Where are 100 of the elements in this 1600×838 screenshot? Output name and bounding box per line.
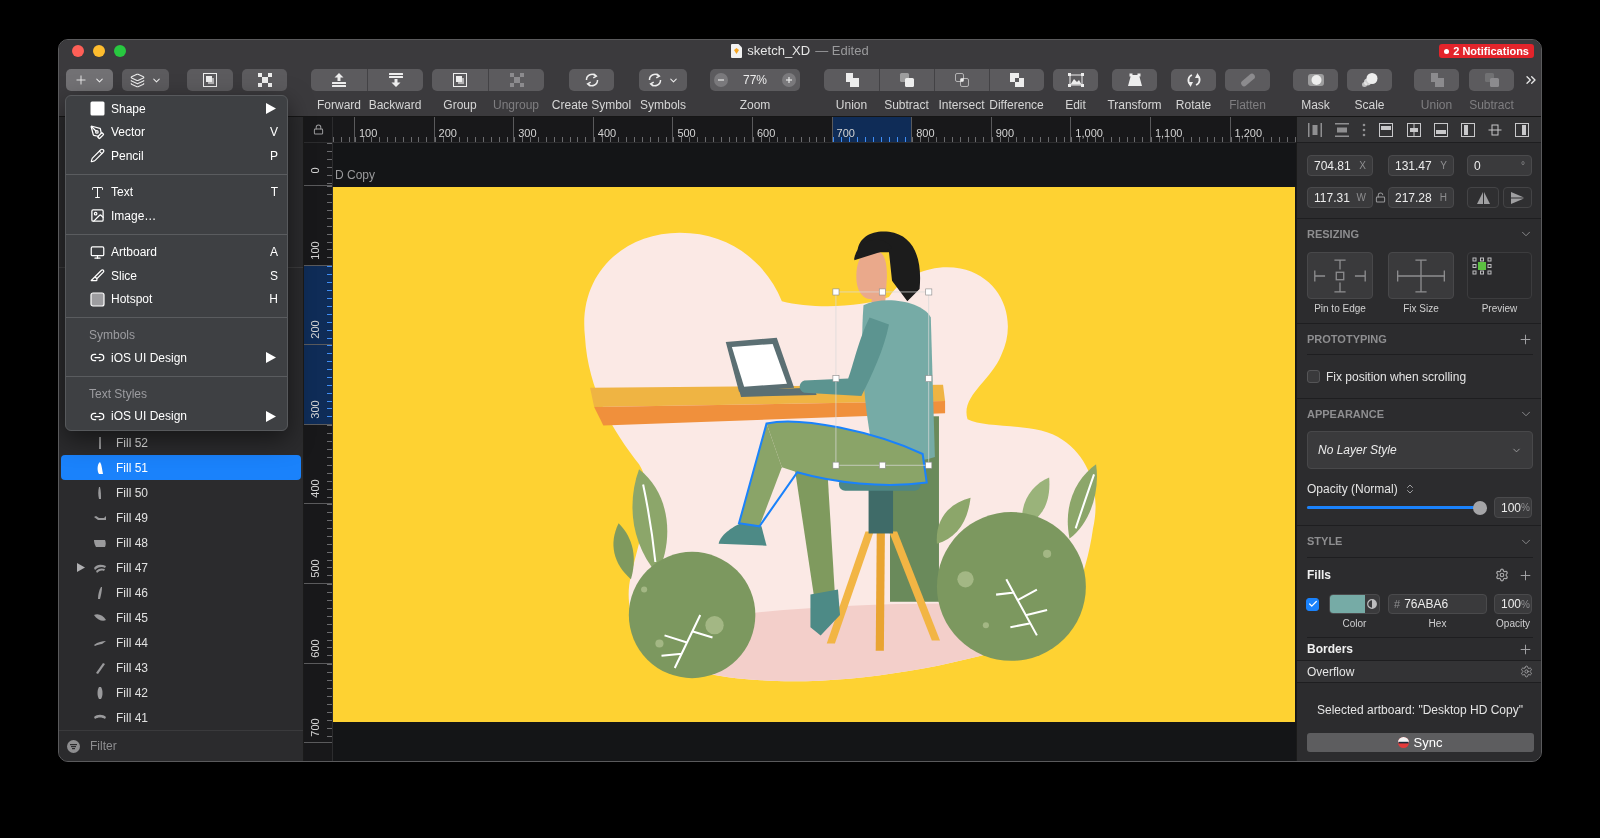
lock-icon[interactable] xyxy=(312,124,324,135)
menu-item[interactable]: Artboard A xyxy=(66,240,287,264)
vertical-dots-icon[interactable] xyxy=(1362,122,1367,137)
minimize-icon[interactable] xyxy=(93,45,105,57)
toolbar-button[interactable] xyxy=(879,69,934,91)
align-top-icon[interactable] xyxy=(1379,122,1394,137)
resize-handle[interactable] xyxy=(879,288,886,296)
plus-icon[interactable] xyxy=(782,73,796,87)
opacity-label: Opacity (Normal) xyxy=(1307,483,1398,495)
resize-handle[interactable] xyxy=(832,288,840,296)
width-field[interactable]: 117.31 W xyxy=(1307,187,1373,208)
toolbar-button[interactable] xyxy=(242,69,287,91)
toolbar-button[interactable] xyxy=(1293,69,1338,91)
layer-row[interactable]: Fill 48 xyxy=(61,530,301,555)
toolbar-button[interactable] xyxy=(989,69,1044,91)
resize-handle[interactable] xyxy=(832,461,840,469)
slider-thumb[interactable] xyxy=(1473,500,1487,515)
toolbar-button[interactable] xyxy=(639,69,687,91)
x-position-field[interactable]: 704.81 X xyxy=(1307,155,1373,176)
ruler-label: 400 xyxy=(597,127,617,139)
toolbar-button[interactable] xyxy=(432,69,488,91)
menu-item[interactable]: Slice S xyxy=(66,264,287,288)
filter-icon xyxy=(67,739,80,753)
menu-item[interactable]: Shape xyxy=(66,97,287,121)
layer-style-dropdown[interactable]: No Layer Style xyxy=(1307,431,1533,469)
filter-field[interactable]: Filter xyxy=(90,736,295,756)
menu-item[interactable]: Pencil P xyxy=(66,144,287,168)
square-icon xyxy=(90,291,105,307)
layer-row[interactable]: Fill 52 xyxy=(61,430,301,455)
distribute-horizontal-icon[interactable] xyxy=(1308,122,1322,137)
disclosure-triangle-icon[interactable] xyxy=(77,563,85,572)
toolbar-button[interactable] xyxy=(1053,69,1098,91)
layer-row[interactable]: Fill 43 xyxy=(61,655,301,680)
layer-row[interactable]: Fill 45 xyxy=(61,605,301,630)
align-left-icon[interactable] xyxy=(1460,122,1475,137)
minus-icon[interactable] xyxy=(714,73,728,87)
plus-icon[interactable] xyxy=(1518,331,1533,347)
height-field[interactable]: 217.28 H xyxy=(1388,187,1454,208)
flip-horizontal-button[interactable] xyxy=(1467,187,1499,208)
flip-vertical-button[interactable] xyxy=(1503,187,1532,208)
resizing-tile[interactable] xyxy=(1467,252,1532,299)
align-center-icon[interactable] xyxy=(1487,122,1502,137)
toolbar-button[interactable] xyxy=(1112,69,1157,91)
menu-item[interactable]: Image… xyxy=(66,204,287,228)
toolbar-button[interactable] xyxy=(1171,69,1216,91)
zoom-control[interactable]: 77% xyxy=(710,69,800,91)
resizing-tile[interactable] xyxy=(1388,252,1454,299)
close-icon[interactable] xyxy=(72,45,84,57)
resize-handle[interactable] xyxy=(832,375,840,382)
unlocked-lock-icon[interactable] xyxy=(1375,192,1386,203)
align-bottom-icon[interactable] xyxy=(1433,122,1448,137)
menu-item[interactable]: Vector V xyxy=(66,120,287,144)
resize-handle[interactable] xyxy=(925,375,933,382)
y-position-field[interactable]: 131.47 Y xyxy=(1388,155,1454,176)
color-well[interactable] xyxy=(1329,594,1380,614)
rotation-field[interactable]: 0 ° xyxy=(1467,155,1532,176)
layer-row[interactable]: Fill 50 xyxy=(61,480,301,505)
layer-row[interactable]: Fill 49 xyxy=(61,505,301,530)
resize-handle[interactable] xyxy=(925,461,933,469)
resize-handle[interactable] xyxy=(925,288,933,296)
layer-row[interactable]: Fill 42 xyxy=(61,680,301,705)
toolbar-button[interactable] xyxy=(187,69,233,91)
menu-item[interactable]: iOS UI Design xyxy=(66,346,287,370)
menu-item[interactable]: Text T xyxy=(66,180,287,204)
toolbar-button[interactable] xyxy=(311,69,367,91)
fill-opacity-field[interactable]: 100% xyxy=(1494,594,1532,614)
resizing-tile[interactable] xyxy=(1307,252,1373,299)
toolbar-label: Create Symbol xyxy=(551,98,632,112)
toolbar-button[interactable] xyxy=(824,69,879,91)
toolbar-button[interactable] xyxy=(569,69,614,91)
resize-handle[interactable] xyxy=(879,461,886,469)
insert-button[interactable] xyxy=(66,69,113,91)
layer-row[interactable]: Fill 51 xyxy=(61,455,301,480)
sync-button[interactable]: Sync xyxy=(1306,733,1534,752)
hex-field[interactable]: # 76ABA6 xyxy=(1388,594,1487,614)
plus-icon[interactable] xyxy=(1518,567,1533,583)
shortcut-label: P xyxy=(270,147,278,165)
toolbar-button[interactable] xyxy=(367,69,423,91)
menu-item[interactable]: iOS UI Design xyxy=(66,404,287,428)
menu-item[interactable]: Hotspot H xyxy=(66,287,287,311)
maximize-icon[interactable] xyxy=(114,45,126,57)
toolbar-label: Ungroup xyxy=(493,98,539,112)
layers-menu-button[interactable] xyxy=(122,69,169,91)
toolbar-button[interactable] xyxy=(1347,69,1392,91)
align-right-icon[interactable] xyxy=(1515,122,1529,137)
toolbar-label: Union xyxy=(835,98,868,112)
settings-icon[interactable] xyxy=(1520,665,1533,678)
distribute-vertical-icon[interactable] xyxy=(1335,122,1350,137)
align-middle-icon[interactable] xyxy=(1406,122,1421,137)
layer-row[interactable]: Fill 46 xyxy=(61,580,301,605)
settings-icon[interactable] xyxy=(1495,568,1509,582)
opacity-slider[interactable] xyxy=(1307,500,1487,515)
layer-row[interactable]: Fill 44 xyxy=(61,630,301,655)
notifications-badge[interactable]: 2 Notifications xyxy=(1439,44,1534,58)
opacity-field[interactable]: 100% xyxy=(1494,497,1532,518)
layer-row[interactable]: Fill 47 xyxy=(61,555,301,580)
layer-row[interactable]: Fill 41 xyxy=(61,705,301,730)
plus-icon[interactable] xyxy=(1518,641,1533,657)
checkbox[interactable] xyxy=(1307,370,1320,383)
checkbox[interactable] xyxy=(1306,597,1319,611)
